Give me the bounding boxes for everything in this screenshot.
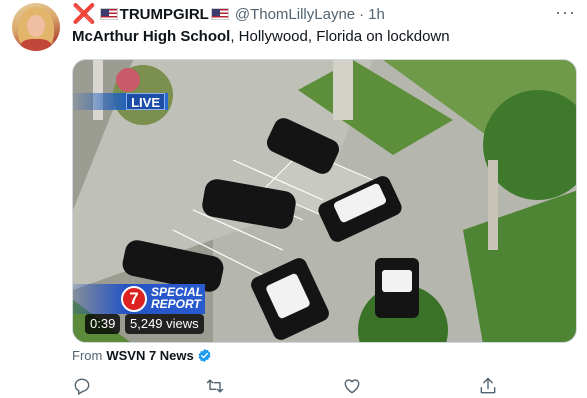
video-duration: 0:39 [85,314,121,334]
tweet-text-rest: , Hollywood, Florida on lockdown [230,28,450,45]
like-icon[interactable] [342,376,362,396]
display-name[interactable]: TRUMPGIRL [120,6,209,23]
special-report-text: SPECIAL REPORT [151,286,203,310]
live-banner: LIVE [73,93,168,110]
video-player[interactable]: LIVE 7 SPECIAL REPORT 0:39 5,249 views [72,59,577,343]
us-flag-icon [210,8,229,20]
live-label: LIVE [126,93,165,110]
media-source: From WSVN 7 News [72,348,212,363]
red-cross-icon: ❌ [72,3,96,25]
action-bar [0,376,587,396]
tweet-header: ❌ TRUMPGIRL @ThomLillyLayne · 1h [72,4,385,24]
avatar[interactable] [12,3,60,51]
source-prefix: From [72,348,103,363]
timestamp[interactable]: 1h [368,6,385,23]
retweet-icon[interactable] [205,376,225,396]
tweet-text-bold: McArthur High School [72,28,231,45]
us-flag-icon [99,8,118,20]
reply-icon[interactable] [72,376,92,396]
tweet-text: McArthur High School, Hollywood, Florida… [72,27,450,47]
source-name[interactable]: WSVN 7 News [106,348,193,363]
channel-7-logo-icon: 7 [121,286,147,312]
more-icon[interactable]: ··· [555,2,576,23]
separator-dot: · [359,5,365,23]
user-handle[interactable]: @ThomLillyLayne [235,6,355,23]
special-line-2: REPORT [151,297,201,311]
special-report-banner: 7 SPECIAL REPORT [73,284,205,314]
verified-badge-icon [198,348,211,363]
video-views: 5,249 views [125,314,204,334]
share-icon[interactable] [478,376,498,396]
